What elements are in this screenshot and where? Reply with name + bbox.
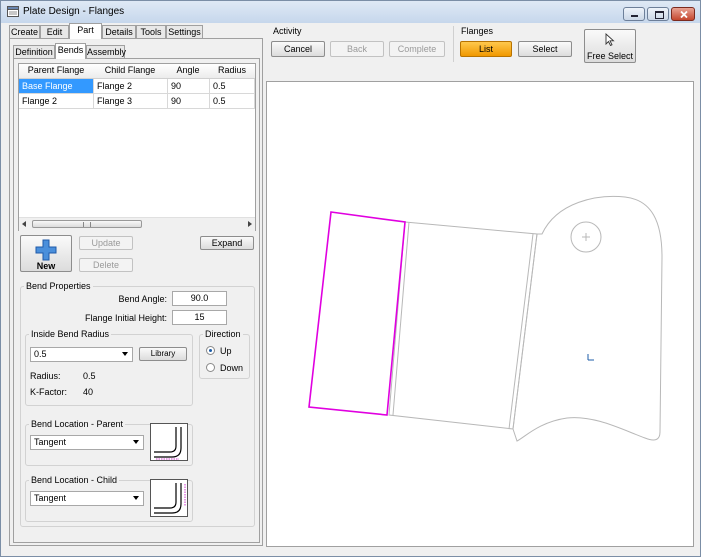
cell-angle[interactable]: 90 [168, 79, 210, 94]
minimize-button[interactable] [623, 7, 645, 21]
flange-3-outline [512, 195, 663, 442]
close-icon [680, 11, 688, 18]
update-button[interactable]: Update [79, 236, 133, 250]
bend-location-parent-value: Tangent [34, 437, 67, 447]
cell-parent[interactable]: Base Flange [19, 79, 94, 94]
new-button[interactable]: New [20, 235, 72, 272]
bend-location-parent-select[interactable]: Tangent [30, 435, 144, 450]
column-header-child[interactable]: Child Flange [93, 64, 167, 77]
column-header-angle[interactable]: Angle [167, 64, 209, 77]
main-window: Plate Design - Flanges Create Edit Part … [0, 0, 701, 557]
tab-create[interactable]: Create [9, 25, 40, 39]
select-button[interactable]: Select [518, 41, 572, 57]
cell-radius[interactable]: 0.5 [210, 94, 255, 109]
expand-button[interactable]: Expand [200, 236, 254, 250]
bend-location-child-label: Bend Location - Child [29, 475, 120, 485]
radius-value: 0.5 [83, 371, 96, 381]
new-label: New [36, 261, 56, 271]
bend-tangent-child-icon [154, 483, 186, 514]
cell-child[interactable]: Flange 3 [94, 94, 168, 109]
library-button[interactable]: Library [139, 347, 187, 361]
flanges-label: Flanges [461, 26, 494, 36]
bends-table: Parent Flange Child Flange Angle Radius … [18, 63, 256, 231]
maximize-icon [655, 11, 664, 19]
tab-details[interactable]: Details [102, 25, 136, 39]
tab-assembly[interactable]: Assembly [86, 45, 126, 59]
drawing-canvas[interactable] [266, 81, 694, 547]
table-row[interactable]: Base Flange Flange 2 90 0.5 [19, 79, 255, 94]
scroll-right-icon[interactable] [248, 221, 252, 227]
inside-radius-value: 0.5 [34, 349, 47, 359]
bend-angle-input[interactable]: 90.0 [172, 291, 227, 306]
bend-parent-preview [150, 423, 188, 461]
base-flange-selected [308, 211, 406, 416]
tab-settings[interactable]: Settings [166, 25, 203, 39]
cell-child[interactable]: Flange 2 [94, 79, 168, 94]
direction-up-label[interactable]: Up [220, 346, 232, 356]
grip-icon [83, 222, 91, 227]
minimize-icon [631, 15, 638, 17]
direction-down-label[interactable]: Down [220, 363, 243, 373]
inside-bend-radius-label: Inside Bend Radius [29, 329, 112, 339]
scroll-left-icon[interactable] [22, 221, 26, 227]
delete-button[interactable]: Delete [79, 258, 133, 272]
cancel-button[interactable]: Cancel [271, 41, 325, 57]
bend-location-parent-label: Bend Location - Parent [29, 419, 126, 429]
cell-angle[interactable]: 90 [168, 94, 210, 109]
plus-icon [35, 239, 57, 261]
activity-label: Activity [273, 26, 302, 36]
inside-radius-select[interactable]: 0.5 [30, 347, 133, 362]
column-header-radius[interactable]: Radius [209, 64, 255, 77]
back-button[interactable]: Back [330, 41, 384, 57]
toolbar-divider [453, 26, 454, 62]
bend-location-child-value: Tangent [34, 493, 67, 503]
cell-radius[interactable]: 0.5 [210, 79, 255, 94]
tab-part[interactable]: Part [69, 23, 102, 39]
bend-child-preview [150, 479, 188, 517]
flange-height-label: Flange Initial Height: [84, 313, 167, 323]
bend-line-2 [508, 233, 534, 430]
complete-button[interactable]: Complete [389, 41, 445, 57]
radius-label: Radius: [30, 371, 61, 381]
tab-definition[interactable]: Definition [13, 45, 55, 59]
bend-angle-label: Bend Angle: [118, 294, 167, 304]
cursor-arrow-icon [605, 33, 615, 46]
kfactor-value: 40 [83, 387, 94, 397]
list-button[interactable]: List [460, 41, 512, 57]
plate-drawing [308, 195, 663, 442]
cell-parent[interactable]: Flange 2 [19, 94, 94, 109]
title-bar: Plate Design - Flanges [1, 1, 700, 23]
tab-edit[interactable]: Edit [40, 25, 69, 39]
tab-tools[interactable]: Tools [136, 25, 166, 39]
tab-bends[interactable]: Bends [55, 43, 86, 59]
window-title: Plate Design - Flanges [23, 6, 125, 17]
axis-marker-icon [587, 354, 594, 361]
scroll-thumb[interactable] [32, 220, 142, 228]
horizontal-scrollbar[interactable] [19, 217, 255, 231]
free-select-label: Free Select [586, 51, 634, 61]
bend-properties-label: Bend Properties [24, 281, 93, 291]
bend-location-child-select[interactable]: Tangent [30, 491, 144, 506]
chevron-down-icon [122, 352, 128, 356]
app-icon [7, 6, 19, 17]
table-header: Parent Flange Child Flange Angle Radius [19, 64, 255, 79]
chevron-down-icon [133, 496, 139, 500]
close-button[interactable] [671, 7, 695, 21]
kfactor-label: K-Factor: [30, 387, 68, 397]
chevron-down-icon [133, 440, 139, 444]
free-select-button[interactable]: Free Select [584, 29, 636, 63]
direction-up-radio[interactable] [206, 346, 215, 355]
flange-height-input[interactable]: 15 [172, 310, 227, 325]
column-header-parent[interactable]: Parent Flange [19, 64, 93, 77]
table-row[interactable]: Flange 2 Flange 3 90 0.5 [19, 94, 255, 109]
bend-tangent-parent-icon [154, 427, 182, 460]
direction-down-radio[interactable] [206, 363, 215, 372]
flange-2-outline [388, 221, 538, 430]
direction-label: Direction [203, 329, 243, 339]
maximize-button[interactable] [647, 7, 669, 21]
